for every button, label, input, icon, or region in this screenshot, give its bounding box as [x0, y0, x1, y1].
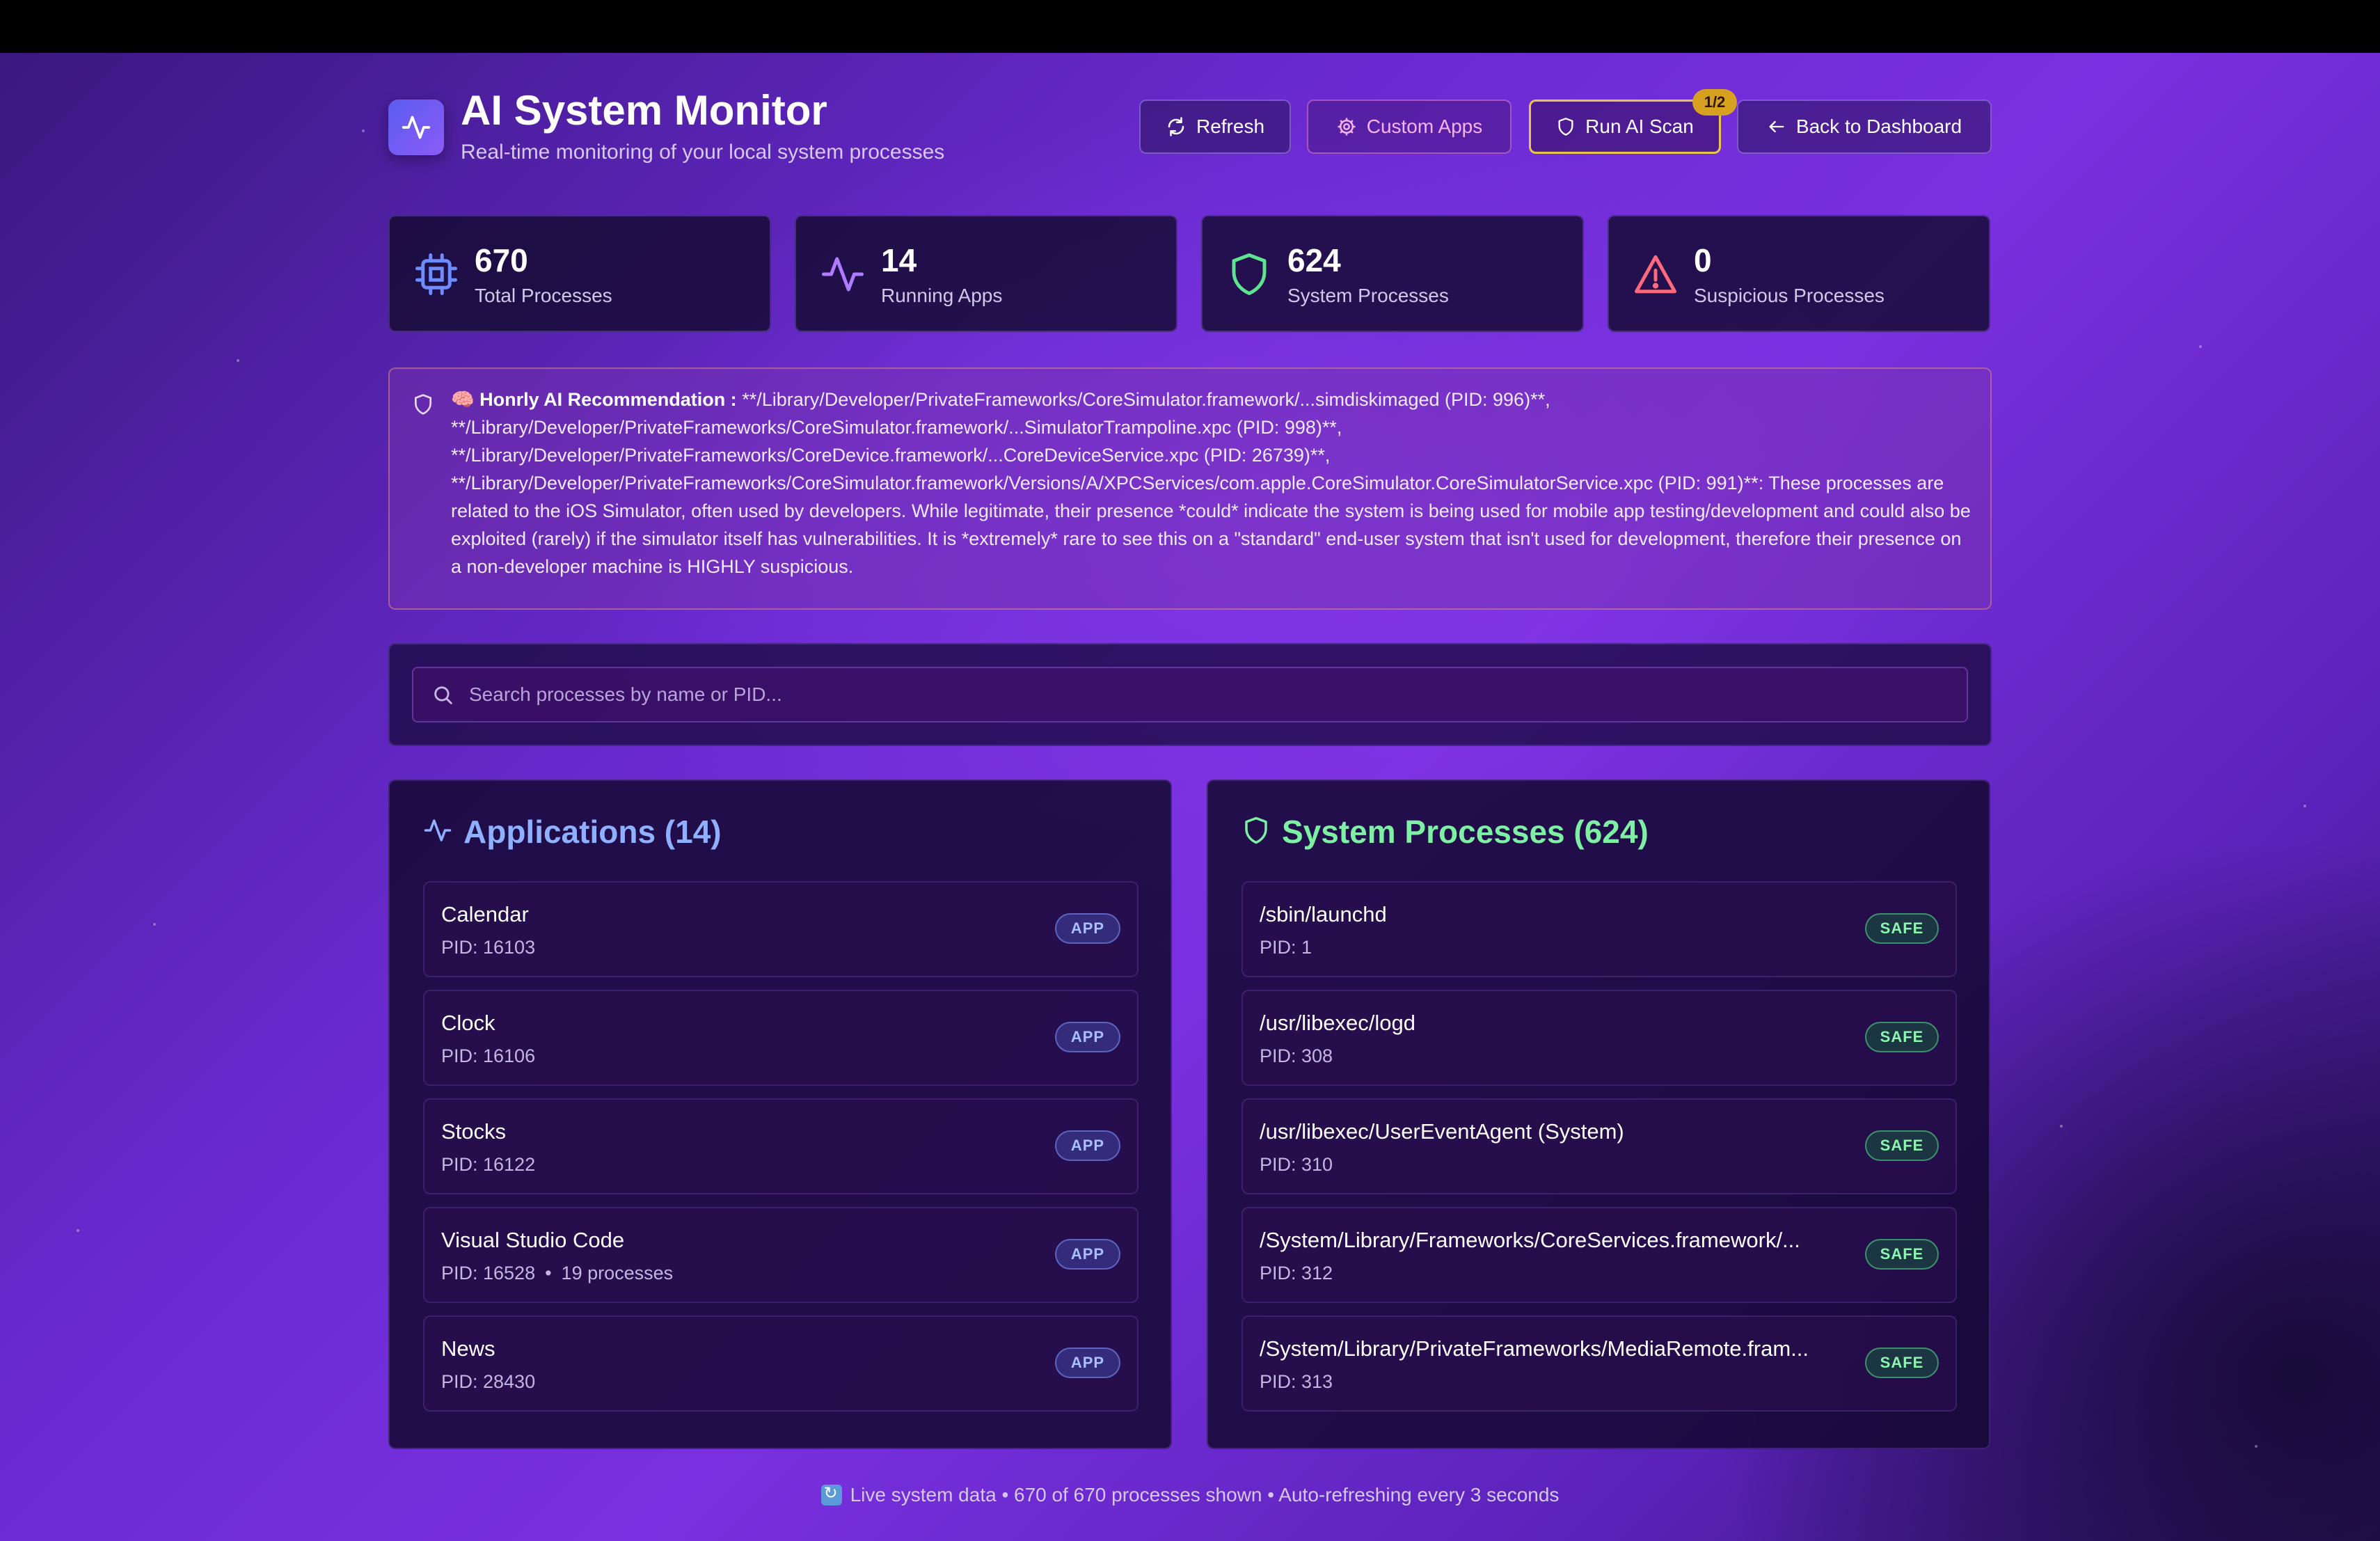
app-name: Stocks: [441, 1119, 507, 1144]
ai-recommendation-body: **/Library/Developer/PrivateFrameworks/C…: [451, 389, 1971, 577]
safe-badge: SAFE: [1865, 1348, 1939, 1378]
ai-recommendation-title: Honrly AI Recommendation :: [479, 389, 737, 410]
system-processes-heading: System Processes (624): [1282, 814, 1649, 850]
ai-recommendation-panel: 🧠 Honrly AI Recommendation : **/Library/…: [388, 368, 1992, 610]
stat-suspicious-processes: 0 Suspicious Processes: [1608, 215, 1990, 332]
shield-icon: [1245, 816, 1267, 844]
app-pid: PID: 16103: [441, 937, 536, 958]
ai-recommendation-text: 🧠 Honrly AI Recommendation : **/Library/…: [451, 386, 1975, 580]
process-name: /System/Library/Frameworks/CoreServices.…: [1260, 1228, 1800, 1252]
stat-value: 0: [1694, 242, 1712, 278]
process-name: /usr/libexec/logd: [1260, 1011, 1416, 1035]
app-process-count: 19 processes: [561, 1263, 674, 1283]
stat-value: 624: [1287, 242, 1341, 278]
warning-icon: [1635, 255, 1676, 294]
app-name: Calendar: [441, 902, 529, 926]
search-input[interactable]: [412, 667, 1968, 722]
app-row[interactable]: Clock PID: 16106 APP: [423, 990, 1139, 1086]
custom-apps-label: Custom Apps: [1366, 116, 1483, 137]
app-badge: APP: [1055, 913, 1120, 944]
page-title: AI System Monitor: [461, 87, 827, 134]
safe-badge: SAFE: [1865, 1239, 1939, 1270]
app-row[interactable]: Calendar PID: 16103 APP: [423, 881, 1139, 977]
window-top-bar: [0, 0, 2380, 53]
app-pid: PID: 16122: [441, 1154, 536, 1175]
refresh-label: Refresh: [1196, 116, 1265, 137]
search-panel: [388, 643, 1992, 746]
activity-icon: [822, 257, 864, 292]
app-name: News: [441, 1336, 495, 1361]
refresh-icon: [820, 1483, 842, 1506]
stat-label: Total Processes: [475, 285, 612, 306]
run-ai-scan-button[interactable]: Run AI Scan: [1529, 100, 1721, 154]
app-badge: APP: [1055, 1239, 1120, 1270]
app-pid: PID: 28430: [441, 1371, 536, 1392]
custom-apps-button[interactable]: Custom Apps: [1307, 100, 1512, 154]
status-footer: Live system data • 670 of 670 processes …: [0, 1483, 2380, 1506]
back-label: Back to Dashboard: [1795, 116, 1962, 137]
activity-icon: [424, 819, 452, 841]
process-pid: PID: 308: [1260, 1045, 1333, 1066]
process-row[interactable]: /usr/libexec/UserEventAgent (System) PID…: [1241, 1098, 1957, 1194]
stat-label: System Processes: [1287, 285, 1449, 306]
stat-system-processes: 624 System Processes: [1201, 215, 1584, 332]
shield-icon: [1558, 118, 1573, 136]
process-row[interactable]: /usr/libexec/logd PID: 308 SAFE: [1241, 990, 1957, 1086]
process-pid: PID: 1: [1260, 937, 1312, 958]
process-pid: PID: 313: [1260, 1371, 1333, 1392]
stat-total-processes: 670 Total Processes: [388, 215, 771, 332]
stat-label: Running Apps: [881, 285, 1003, 306]
activity-icon: [402, 116, 431, 139]
safe-badge: SAFE: [1865, 1130, 1939, 1161]
process-row[interactable]: /sbin/launchd PID: 1 SAFE: [1241, 881, 1957, 977]
stat-label: Suspicious Processes: [1694, 285, 1885, 306]
app-name: Clock: [441, 1011, 495, 1035]
cpu-icon: [415, 253, 457, 295]
app-background: [0, 53, 2380, 1541]
run-ai-scan-label: Run AI Scan: [1585, 116, 1694, 137]
back-to-dashboard-button[interactable]: Back to Dashboard: [1737, 100, 1992, 154]
safe-badge: SAFE: [1865, 913, 1939, 944]
process-name: /sbin/launchd: [1260, 902, 1387, 926]
stat-value: 14: [881, 242, 917, 278]
process-row[interactable]: /System/Library/PrivateFrameworks/MediaR…: [1241, 1315, 1957, 1412]
process-name: /usr/libexec/UserEventAgent (System): [1260, 1119, 1624, 1144]
applications-panel: Applications (14) Calendar PID: 16103 AP…: [388, 780, 1172, 1449]
app-pid: PID: 16106: [441, 1045, 536, 1066]
app-row[interactable]: Visual Studio Code PID: 16528 • 19 process…: [423, 1207, 1139, 1303]
app-row[interactable]: Stocks PID: 16122 APP: [423, 1098, 1139, 1194]
process-pid: PID: 312: [1260, 1263, 1333, 1283]
scan-quota-badge: 1/2: [1692, 89, 1737, 116]
status-footer-text: Live system data • 670 of 670 processes …: [850, 1484, 1560, 1506]
shield-icon: [415, 394, 431, 415]
gear-icon: [1338, 118, 1356, 136]
app-pid: PID: 16528 • 19 processes: [441, 1263, 674, 1283]
process-pid: PID: 310: [1260, 1154, 1333, 1175]
app-badge: APP: [1055, 1348, 1120, 1378]
refresh-icon: [1168, 117, 1184, 136]
safe-badge: SAFE: [1865, 1022, 1939, 1052]
stat-value: 670: [475, 242, 528, 278]
arrow-left-icon: [1769, 120, 1784, 133]
app-badge: APP: [1055, 1022, 1120, 1052]
app-row[interactable]: News PID: 28430 APP: [423, 1315, 1139, 1412]
process-row[interactable]: /System/Library/Frameworks/CoreServices.…: [1241, 1207, 1957, 1303]
app-logo: [388, 100, 444, 155]
app-name: Visual Studio Code: [441, 1228, 625, 1252]
process-name: /System/Library/PrivateFrameworks/MediaR…: [1260, 1336, 1809, 1361]
applications-heading: Applications (14): [463, 814, 722, 850]
brain-emoji: 🧠: [451, 389, 475, 410]
app-badge: APP: [1055, 1130, 1120, 1161]
page-subtitle: Real-time monitoring of your local syste…: [461, 141, 945, 164]
shield-icon: [1232, 253, 1267, 295]
system-processes-panel: System Processes (624) /sbin/launchd PID…: [1207, 780, 1990, 1449]
stat-running-apps: 14 Running Apps: [795, 215, 1177, 332]
search-icon: [434, 686, 452, 704]
refresh-button[interactable]: Refresh: [1139, 100, 1291, 154]
